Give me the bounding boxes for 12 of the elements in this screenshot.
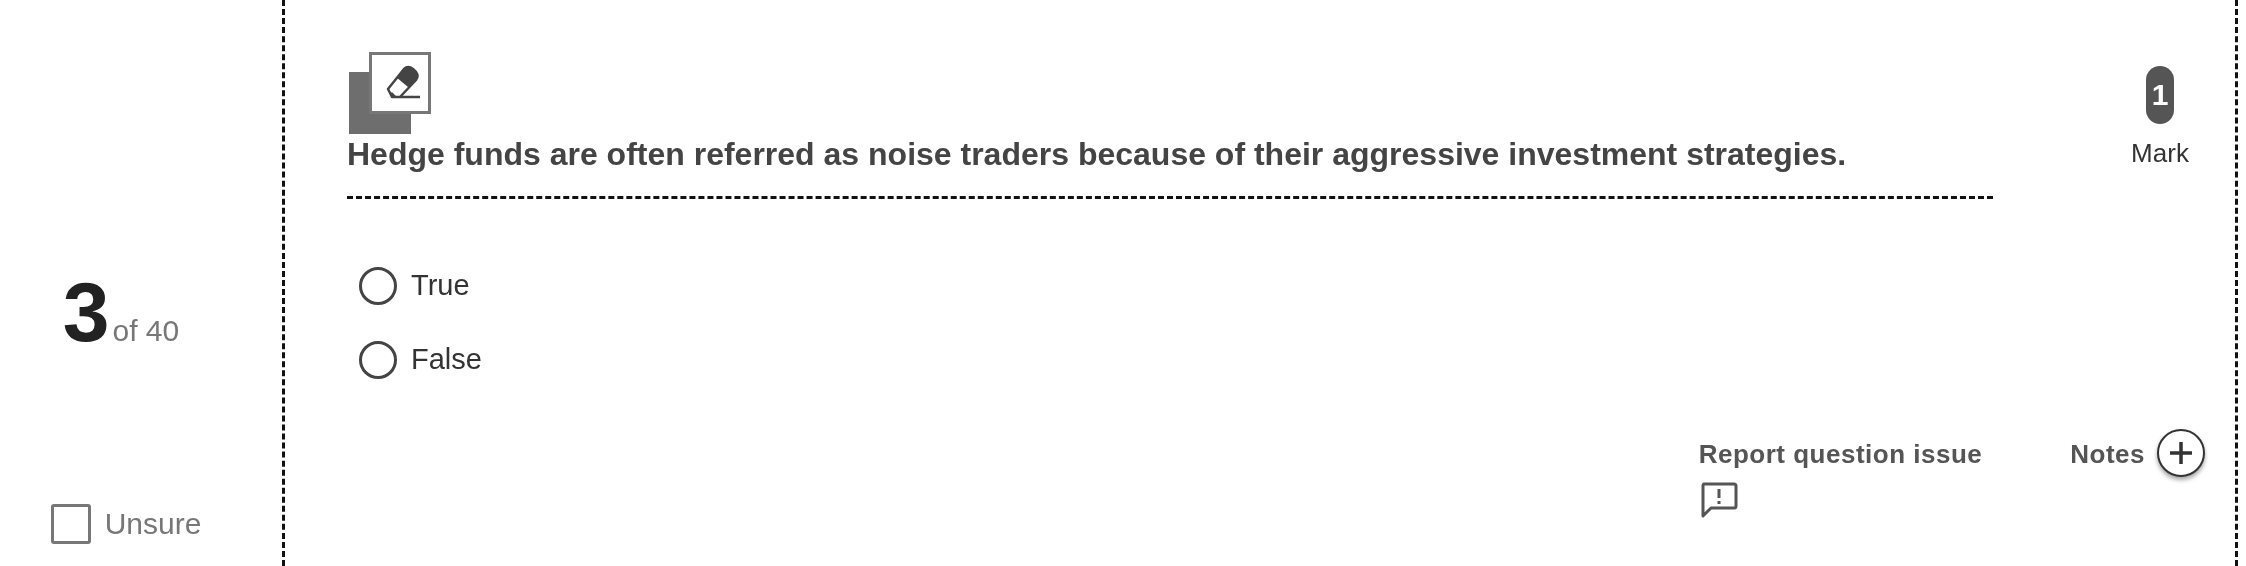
marks-badge: 1 xyxy=(2146,66,2174,124)
marks-label: Mark xyxy=(2131,138,2189,169)
report-issue-link[interactable]: Report question issue xyxy=(1698,438,1983,470)
question-number: 3 xyxy=(62,270,107,354)
answer-option[interactable]: True xyxy=(359,266,2085,305)
notes-button[interactable]: Notes xyxy=(2070,438,2145,470)
plus-icon xyxy=(2168,439,2194,466)
question-total: of 40 xyxy=(112,314,180,348)
unsure-checkbox[interactable]: Unsure xyxy=(50,504,202,544)
question-text: Hedge funds are often referred as noise traders because of their aggressive investment strategies. xyxy=(347,135,1848,174)
answer-option[interactable]: False xyxy=(359,340,2085,379)
add-note-button[interactable] xyxy=(2157,428,2205,477)
